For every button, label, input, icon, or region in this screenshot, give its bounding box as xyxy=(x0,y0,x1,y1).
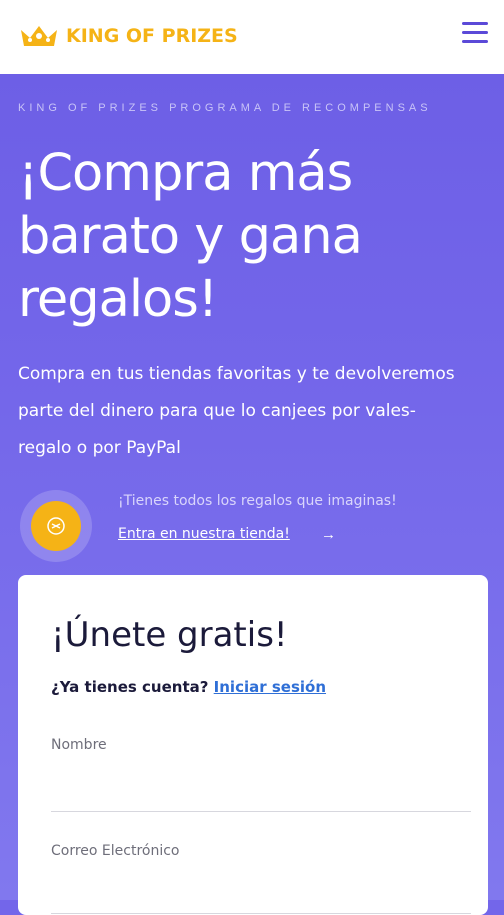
gift-coin-icon xyxy=(31,501,81,551)
signup-card: ¡Únete gratis! ¿Ya tienes cuenta? Inicia… xyxy=(18,575,488,915)
name-field[interactable] xyxy=(51,773,471,812)
name-field-label: Nombre xyxy=(51,737,107,753)
email-field[interactable] xyxy=(51,875,471,914)
hero-headline: ¡Compra más barato y gana regalos! xyxy=(18,144,363,329)
login-link[interactable]: Iniciar sesión xyxy=(214,678,326,696)
logo-text: KING OF PRIZES xyxy=(66,25,238,47)
crown-icon xyxy=(21,26,57,46)
logo[interactable]: KING OF PRIZES xyxy=(18,22,238,50)
promo-text: ¡Tienes todos los regalos que imaginas! xyxy=(118,493,397,509)
arrow-right-icon[interactable]: → xyxy=(321,526,336,543)
account-prompt: ¿Ya tienes cuenta? Iniciar sesión xyxy=(51,678,326,696)
top-header: KING OF PRIZES xyxy=(0,0,504,74)
hero-kicker: KING OF PRIZES PROGRAMA DE RECOMPENSAS xyxy=(18,102,432,114)
hero-description: Compra en tus tiendas favoritas y te dev… xyxy=(18,364,455,458)
store-link[interactable]: Entra en nuestra tienda! xyxy=(118,526,290,542)
email-field-label: Correo Electrónico xyxy=(51,843,180,859)
account-question: ¿Ya tienes cuenta? xyxy=(51,678,209,696)
signup-title: ¡Únete gratis! xyxy=(51,615,288,655)
hamburger-menu-icon[interactable] xyxy=(462,22,488,44)
